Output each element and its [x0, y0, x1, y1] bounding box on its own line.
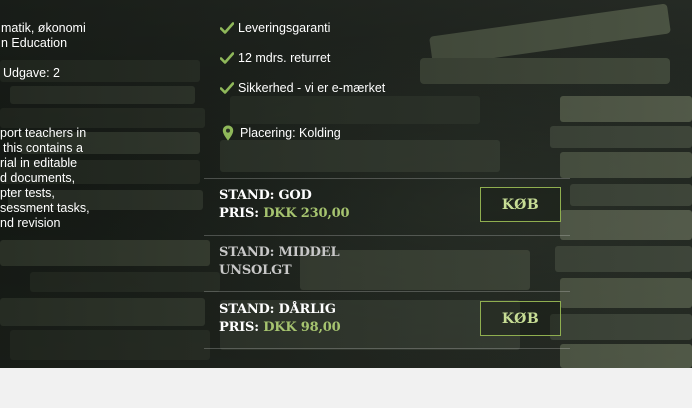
description-line: sessment tasks,	[0, 201, 90, 215]
feature-security: Sikkerhed - vi er e-mærket	[220, 80, 385, 96]
condition-good-price: PRIS: DKK 230,00	[219, 205, 350, 223]
description-line: matik, økonomi	[1, 21, 86, 35]
feature-label: Leveringsgaranti	[238, 21, 331, 35]
check-icon	[220, 52, 234, 64]
divider	[204, 348, 570, 349]
check-icon	[220, 22, 234, 34]
description-line: n Education	[1, 36, 68, 50]
edition-line: Udgave: 2	[3, 66, 60, 80]
description-line: nd revision	[0, 216, 61, 230]
condition-medium-status: UNSOLGT	[219, 263, 292, 278]
feature-label: 12 mdrs. returret	[238, 51, 331, 65]
description-line: pter tests,	[0, 186, 55, 200]
price-label: PRIS:	[219, 206, 264, 221]
page-footer-band	[0, 368, 692, 408]
description-line: port teachers in	[0, 126, 87, 140]
price-value: DKK 98,00	[263, 320, 341, 335]
map-pin-icon	[222, 125, 234, 141]
price-label: PRIS:	[219, 320, 264, 335]
feature-label: Sikkerhed - vi er e-mærket	[238, 81, 386, 95]
feature-label: Placering: Kolding	[240, 126, 341, 140]
buy-button-poor[interactable]: KØB	[480, 301, 561, 336]
divider	[204, 178, 570, 179]
buy-button-good[interactable]: KØB	[480, 187, 561, 222]
feature-delivery-guarantee: Leveringsgaranti	[220, 20, 330, 36]
description-line: rial in editable	[0, 156, 78, 170]
feature-return-policy: 12 mdrs. returret	[220, 50, 330, 66]
divider	[204, 235, 570, 236]
condition-poor-price: PRIS: DKK 98,00	[219, 319, 341, 337]
product-description: matik, økonomi n Education Udgave: 2 por…	[0, 0, 110, 240]
description-line: d documents,	[0, 171, 76, 185]
check-icon	[220, 82, 234, 94]
condition-medium-stand: STAND: MIDDEL	[219, 245, 340, 260]
condition-good-stand: STAND: GOD	[219, 188, 312, 203]
description-line: this contains a	[3, 141, 83, 155]
divider	[204, 291, 570, 292]
condition-poor-stand: STAND: DÅRLIG	[219, 302, 336, 317]
feature-location: Placering: Kolding	[222, 125, 341, 141]
price-value: DKK 230,00	[263, 206, 350, 221]
